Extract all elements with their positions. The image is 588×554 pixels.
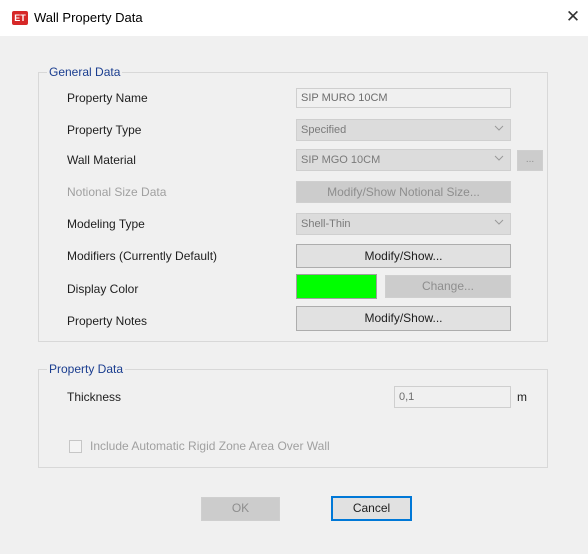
rigid-zone-checkbox[interactable] bbox=[69, 440, 82, 453]
title-bar: ET Wall Property Data ✕ bbox=[0, 0, 588, 36]
modifiers-label: Modifiers (Currently Default) bbox=[67, 249, 218, 263]
general-data-legend: General Data bbox=[47, 65, 123, 79]
thickness-field[interactable]: 0,1 bbox=[394, 386, 511, 408]
property-notes-modify-show-button[interactable]: Modify/Show... bbox=[296, 306, 511, 331]
close-icon[interactable]: ✕ bbox=[562, 6, 584, 28]
wall-material-value: SIP MGO 10CM bbox=[301, 154, 381, 166]
cancel-button[interactable]: Cancel bbox=[331, 496, 412, 521]
rigid-zone-label: Include Automatic Rigid Zone Area Over W… bbox=[90, 439, 330, 453]
modeling-type-value: Shell-Thin bbox=[301, 218, 351, 230]
thickness-unit-label: m bbox=[517, 390, 527, 404]
wall-property-dialog: ET Wall Property Data ✕ General Data Pro… bbox=[0, 0, 588, 554]
wall-material-label: Wall Material bbox=[67, 153, 136, 167]
property-data-group: Property Data bbox=[38, 362, 548, 468]
property-type-label: Property Type bbox=[67, 123, 142, 137]
wall-material-browse-button[interactable]: ... bbox=[517, 150, 543, 171]
display-color-label: Display Color bbox=[67, 282, 139, 296]
chevron-down-icon bbox=[494, 217, 504, 227]
display-color-swatch[interactable] bbox=[296, 274, 377, 299]
notional-size-button[interactable]: Modify/Show Notional Size... bbox=[296, 181, 511, 203]
modeling-type-label: Modeling Type bbox=[67, 217, 145, 231]
property-type-value: Specified bbox=[301, 124, 347, 136]
display-color-change-button[interactable]: Change... bbox=[385, 275, 511, 298]
modifiers-modify-show-button[interactable]: Modify/Show... bbox=[296, 244, 511, 268]
ok-button[interactable]: OK bbox=[201, 497, 280, 521]
thickness-label: Thickness bbox=[67, 390, 122, 404]
etabs-app-icon: ET bbox=[12, 11, 28, 25]
window-title: Wall Property Data bbox=[34, 10, 143, 25]
property-notes-label: Property Notes bbox=[67, 314, 148, 328]
chevron-down-icon bbox=[494, 123, 504, 133]
general-data-group: General Data bbox=[38, 65, 548, 342]
wall-material-select[interactable]: SIP MGO 10CM bbox=[296, 149, 511, 171]
modeling-type-select[interactable]: Shell-Thin bbox=[296, 213, 511, 235]
notional-size-label: Notional Size Data bbox=[67, 185, 167, 199]
property-name-field[interactable]: SIP MURO 10CM bbox=[296, 88, 511, 108]
property-name-label: Property Name bbox=[67, 91, 148, 105]
chevron-down-icon bbox=[494, 153, 504, 163]
property-data-legend: Property Data bbox=[47, 362, 126, 376]
property-type-select[interactable]: Specified bbox=[296, 119, 511, 141]
